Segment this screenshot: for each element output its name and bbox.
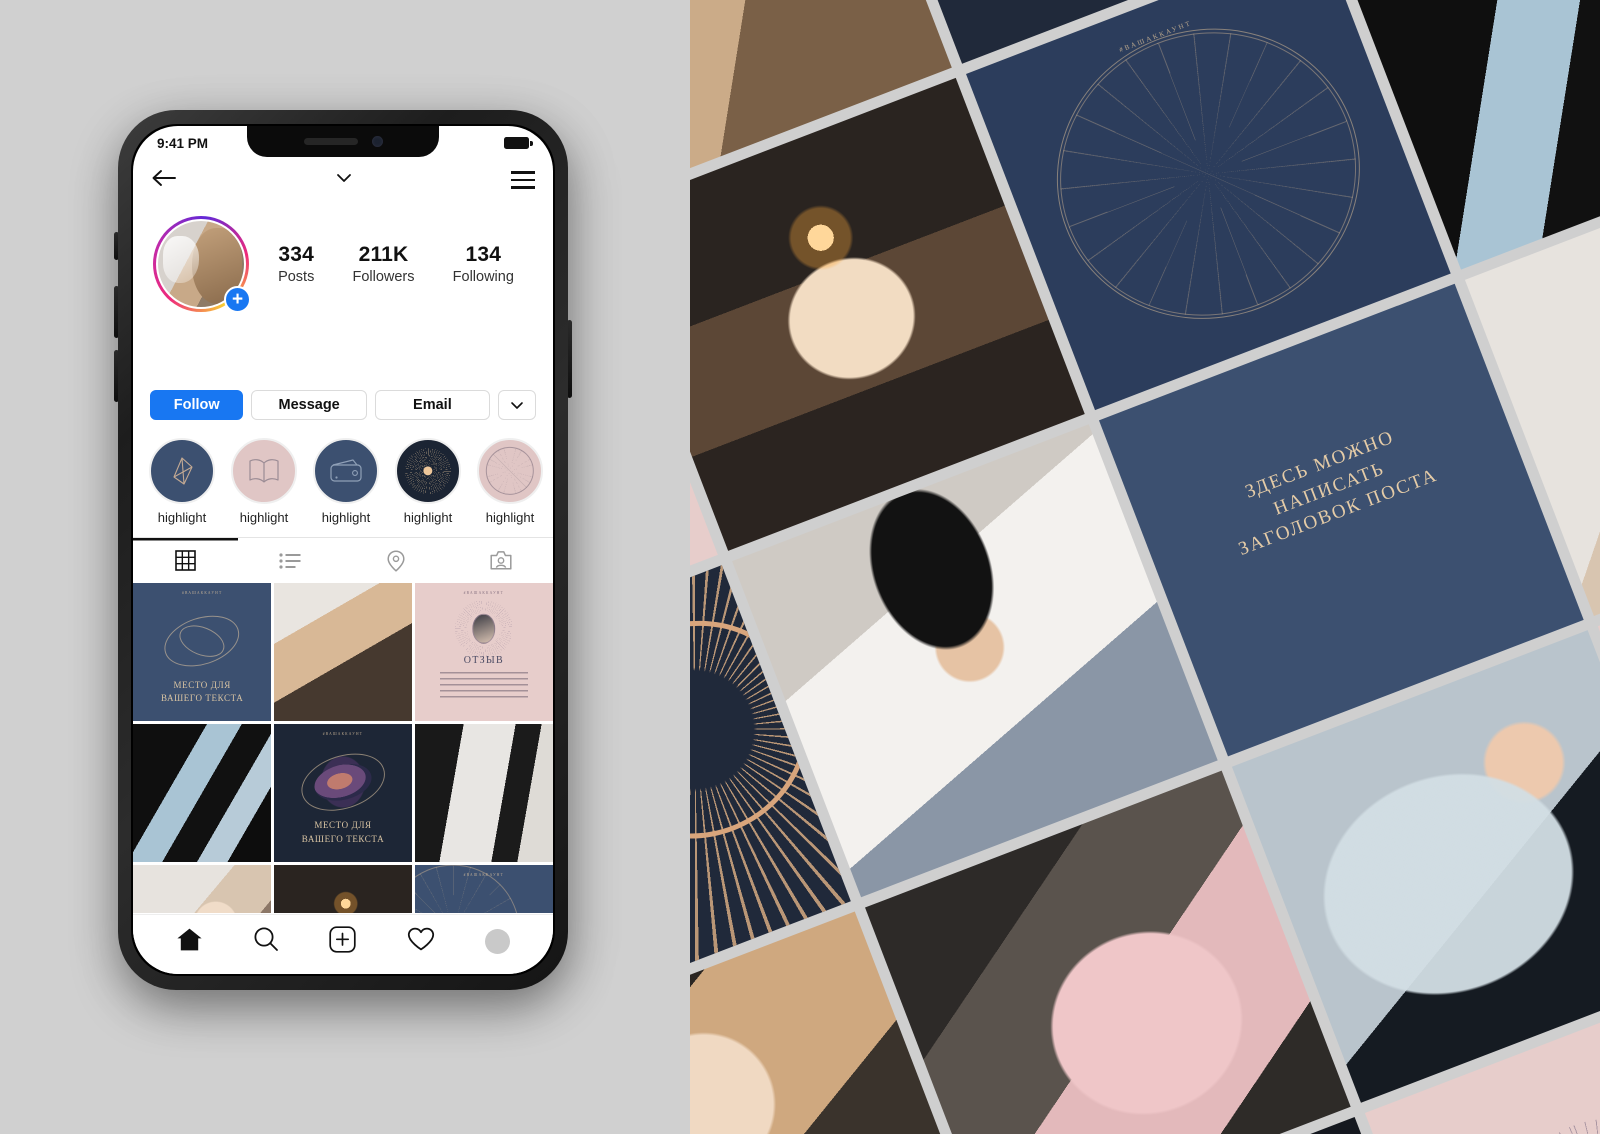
post-tile[interactable]: #ВАШАККАУНТ <box>414 864 553 913</box>
highlight-label-5: highlight <box>485 510 535 525</box>
testimonial-portrait <box>472 613 496 644</box>
post-grid: #ВАШАККАУНТ МЕСТО ДЛЯ ВАШЕГО ТЕКСТА #ВАША… <box>133 583 553 913</box>
stat-posts-value: 334 <box>278 243 315 266</box>
post-hashtag: #ВАШАККАУНТ <box>322 732 364 737</box>
stat-following-label: Following <box>452 269 514 285</box>
home-nav-button[interactable] <box>176 927 203 957</box>
compass-wheel-icon <box>414 864 520 913</box>
post-hashtag: #ВАШАККАУНТ <box>181 591 223 596</box>
chevron-down-icon[interactable] <box>334 171 354 189</box>
phone-screen: 9:41 PM + 334 Posts 211K Followers 134 F… <box>133 126 553 974</box>
activity-nav-button[interactable] <box>407 927 435 957</box>
highlight-cover-2 <box>231 438 297 504</box>
home-icon <box>177 928 202 950</box>
open-book-icon <box>249 459 279 483</box>
wallet-icon <box>330 459 362 482</box>
email-button[interactable]: Email <box>374 390 491 420</box>
status-bar-time: 9:41 PM <box>157 135 209 151</box>
bottom-navigation <box>133 914 553 974</box>
highlight-cover-5 <box>477 438 543 504</box>
profile-stats: 334 Posts 211K Followers 134 Following <box>249 243 533 285</box>
add-story-badge[interactable]: + <box>224 286 251 313</box>
highlight-cover-3 <box>313 438 379 504</box>
post-tile[interactable] <box>273 864 413 913</box>
highlight-label-2: highlight <box>239 510 289 525</box>
message-button[interactable]: Message <box>251 390 367 420</box>
grid-icon <box>175 550 196 571</box>
highlight-label-1: highlight <box>157 510 207 525</box>
tab-tagged[interactable] <box>448 538 553 583</box>
tab-list[interactable] <box>238 538 343 583</box>
plus-square-icon <box>329 925 357 953</box>
highlight-item-4[interactable]: highlight <box>395 438 461 525</box>
more-options-button[interactable] <box>498 390 537 420</box>
list-icon <box>279 552 301 569</box>
profile-tabs <box>133 537 553 583</box>
profile-bio-area <box>133 312 553 390</box>
follow-button[interactable]: Follow <box>150 390 244 420</box>
highlight-item-1[interactable]: highlight <box>149 438 215 525</box>
phone-mockup-panel: 9:41 PM + 334 Posts 211K Followers 134 F… <box>0 0 690 1134</box>
post-caption: ОТЗЫВ <box>463 654 504 666</box>
front-camera-icon <box>371 136 383 147</box>
starburst-icon <box>1480 1089 1600 1134</box>
search-nav-button[interactable] <box>253 926 279 957</box>
heart-icon <box>407 927 434 950</box>
arrow-left-icon[interactable] <box>151 168 177 193</box>
highlight-cover-4 <box>395 438 461 504</box>
compass-wheel-icon <box>485 446 535 496</box>
highlight-item-2[interactable]: highlight <box>231 438 297 525</box>
phone-frame: 9:41 PM + 334 Posts 211K Followers 134 F… <box>118 110 568 990</box>
stat-posts-label: Posts <box>278 269 315 285</box>
stat-followers[interactable]: 211K Followers <box>352 243 414 285</box>
post-tile[interactable]: #ВАШАККАУНТ МЕСТО ДЛЯ ВАШЕГО ТЕКСТА <box>133 583 272 722</box>
profile-row: + 334 Posts 211K Followers 134 Following <box>133 200 553 313</box>
hamburger-menu-icon[interactable] <box>511 171 535 189</box>
tilted-photo-collage: МЕСТО ДЛЯВАШЕГО ТЕКСТА #ВАШАККАУНТ ВАШ Т… <box>690 0 1600 1134</box>
orbit-ring-icon <box>1014 0 1403 363</box>
stat-posts[interactable]: 334 Posts <box>278 243 314 285</box>
profile-nav-button[interactable] <box>484 929 510 954</box>
avatar-icon <box>484 929 510 954</box>
post-hashtag: #ВАШАККАУНТ <box>463 591 505 596</box>
highlight-label-4: highlight <box>403 510 453 525</box>
post-tile[interactable]: #ВАШАККАУНТ МЕСТО ДЛЯ ВАШЕГО ТЕКСТА <box>273 723 413 863</box>
post-tile[interactable] <box>133 864 272 913</box>
collage-caption: ЗДЕСЬ МОЖНО НАПИСАТЬ ЗАГОЛОВОК ПОСТА <box>1235 426 1441 561</box>
add-post-nav-button[interactable] <box>329 925 357 958</box>
search-icon <box>254 927 279 951</box>
crystal-gem-icon <box>173 457 193 485</box>
collage-panel: МЕСТО ДЛЯВАШЕГО ТЕКСТА #ВАШАККАУНТ ВАШ Т… <box>690 0 1600 1134</box>
chevron-down-icon <box>511 401 523 409</box>
highlight-item-5[interactable]: highlight <box>477 438 543 525</box>
post-tile[interactable] <box>133 723 272 863</box>
avatar[interactable]: + <box>153 216 251 313</box>
highlight-cover-1 <box>149 438 215 504</box>
profile-action-row: Follow Message Email <box>133 390 553 420</box>
highlight-item-3[interactable]: highlight <box>313 438 379 525</box>
post-caption: МЕСТО ДЛЯ ВАШЕГО ТЕКСТА <box>160 679 244 703</box>
profile-header <box>133 160 553 200</box>
post-tile[interactable] <box>273 583 413 722</box>
speaker-grille-icon <box>303 138 358 145</box>
map-pin-icon <box>386 549 405 572</box>
stat-followers-label: Followers <box>352 269 415 285</box>
tagged-person-icon <box>489 551 512 570</box>
stat-following-value: 134 <box>465 243 502 266</box>
testimonial-body-text <box>439 671 529 702</box>
tab-grid[interactable] <box>133 538 238 583</box>
highlight-label-3: highlight <box>321 510 371 525</box>
stat-followers-value: 211K <box>358 243 409 266</box>
phone-bezel: 9:41 PM + 334 Posts 211K Followers 134 F… <box>131 124 555 976</box>
post-caption: МЕСТО ДЛЯ ВАШЕГО ТЕКСТА <box>301 820 385 844</box>
story-highlights: highlight highlight highlight highlight … <box>133 420 553 535</box>
phone-notch <box>247 126 439 157</box>
battery-full-icon <box>504 137 533 149</box>
stat-following[interactable]: 134 Following <box>453 243 514 285</box>
post-tile[interactable] <box>414 723 553 863</box>
post-tile[interactable]: #ВАШАККАУНТ ОТЗЫВ <box>414 583 553 722</box>
tab-location[interactable] <box>343 538 448 583</box>
